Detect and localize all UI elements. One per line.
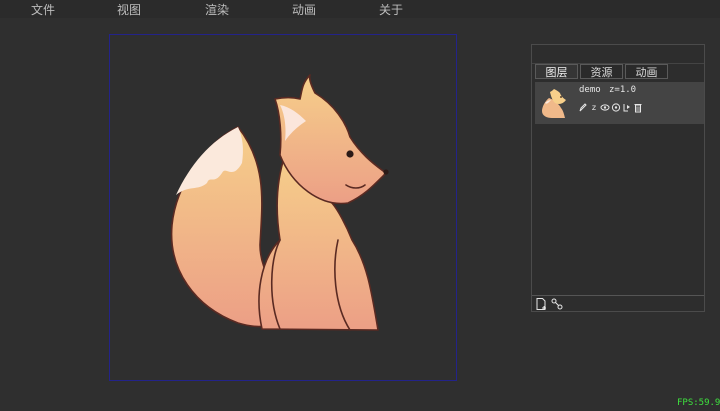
panel-header (532, 45, 704, 64)
tab-layers[interactable]: 图层 (535, 64, 578, 79)
menu-view[interactable]: 视图 (117, 1, 141, 18)
layers-panel: 图层 资源 动画 demo z=1.0 z (531, 44, 705, 312)
layer-thumbnail (542, 89, 566, 118)
tab-assets[interactable]: 资源 (580, 64, 623, 79)
z-order-icon[interactable]: z (589, 102, 599, 113)
layer-row-demo[interactable]: demo z=1.0 z (535, 82, 704, 124)
layer-z-value: z=1.0 (609, 85, 637, 95)
fox-illustration[interactable] (110, 35, 456, 380)
canvas-viewport[interactable] (109, 34, 457, 381)
trash-icon[interactable] (633, 102, 643, 113)
eye-icon[interactable] (600, 102, 610, 113)
new-layer-icon[interactable] (534, 297, 548, 311)
menu-about[interactable]: 关于 (379, 1, 403, 18)
target-icon[interactable] (611, 102, 621, 113)
layer-name: demo (579, 85, 601, 95)
fox-nose (383, 169, 389, 175)
pencil-icon[interactable] (578, 102, 588, 113)
menu-animation[interactable]: 动画 (292, 1, 316, 18)
panel-footer (532, 295, 704, 311)
fps-counter: FPS:59.94 (677, 398, 720, 408)
link-icon[interactable] (550, 297, 564, 311)
menu-file[interactable]: 文件 (31, 1, 55, 18)
menu-bar: 文件 视图 渲染 动画 关于 (0, 0, 720, 18)
menu-render[interactable]: 渲染 (205, 1, 229, 18)
fox-eye (346, 150, 354, 158)
tab-animation[interactable]: 动画 (625, 64, 668, 79)
rig-icon[interactable] (622, 102, 632, 113)
